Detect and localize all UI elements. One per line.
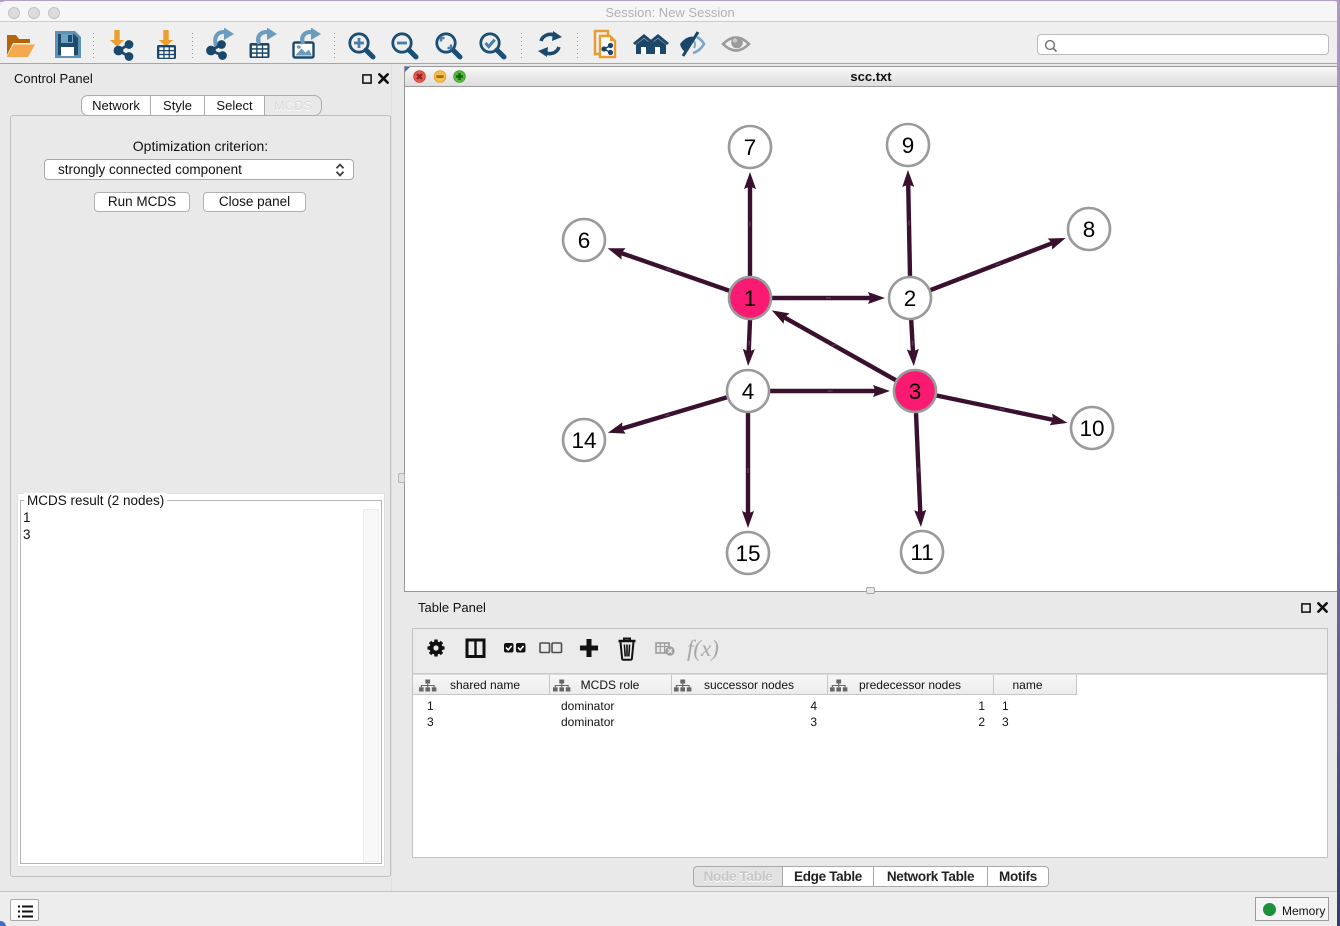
svg-text:7: 7 (744, 135, 757, 160)
svg-text:15: 15 (735, 541, 760, 566)
svg-text:4: 4 (742, 379, 755, 404)
svg-text:f(x): f(x) (687, 636, 719, 661)
svg-text:8: 8 (1083, 217, 1096, 242)
svg-text:14: 14 (571, 428, 596, 453)
svg-text:11: 11 (910, 540, 933, 565)
svg-text:2: 2 (904, 286, 917, 311)
svg-text:9: 9 (902, 133, 915, 158)
svg-text:3: 3 (909, 379, 922, 404)
svg-text:6: 6 (578, 228, 591, 253)
svg-text:10: 10 (1079, 416, 1104, 441)
svg-text:1: 1 (744, 286, 757, 311)
